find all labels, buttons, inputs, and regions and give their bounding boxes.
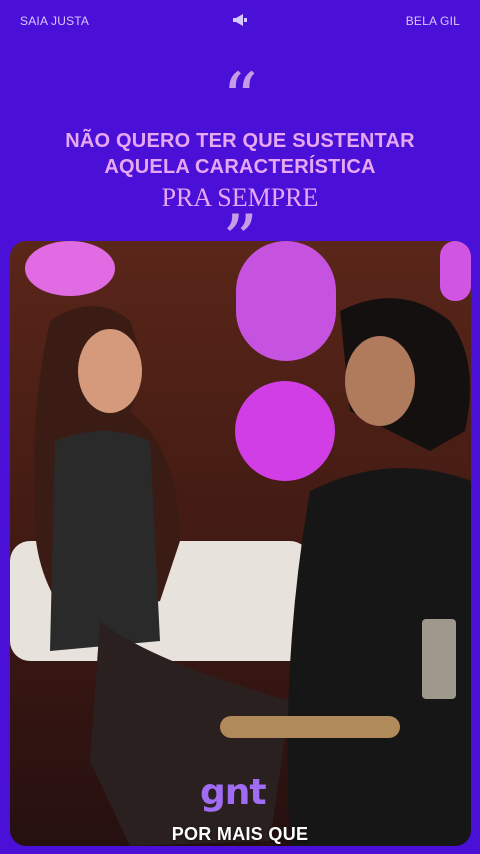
person-right-face [345, 336, 415, 426]
quote-line-2: AQUELA CARACTERÍSTICA [104, 156, 376, 178]
top-bar: SAIA JUSTA BELA GIL [0, 0, 480, 42]
subtitle-caption: POR MAIS QUE [171, 824, 309, 844]
video-scene [10, 241, 471, 846]
wall-light-center [236, 241, 336, 361]
water-glass [422, 619, 456, 699]
open-quote-mark: “ [222, 58, 258, 140]
megaphone-icon [233, 14, 247, 26]
wall-light-circle [235, 381, 335, 481]
wall-light-left [25, 241, 115, 296]
video-player[interactable]: POR MAIS QUE gnt [10, 241, 471, 846]
wall-light-right [440, 241, 471, 301]
person-left-top [50, 431, 160, 651]
gnt-logo: gnt [200, 772, 267, 813]
person-left-face [78, 329, 142, 413]
show-title: SAIA JUSTA [20, 14, 90, 28]
guest-name: BELA GIL [405, 14, 460, 28]
side-table [220, 716, 400, 738]
quote-line-1: NÃO QUERO TER QUE SUSTENTAR [65, 130, 415, 152]
